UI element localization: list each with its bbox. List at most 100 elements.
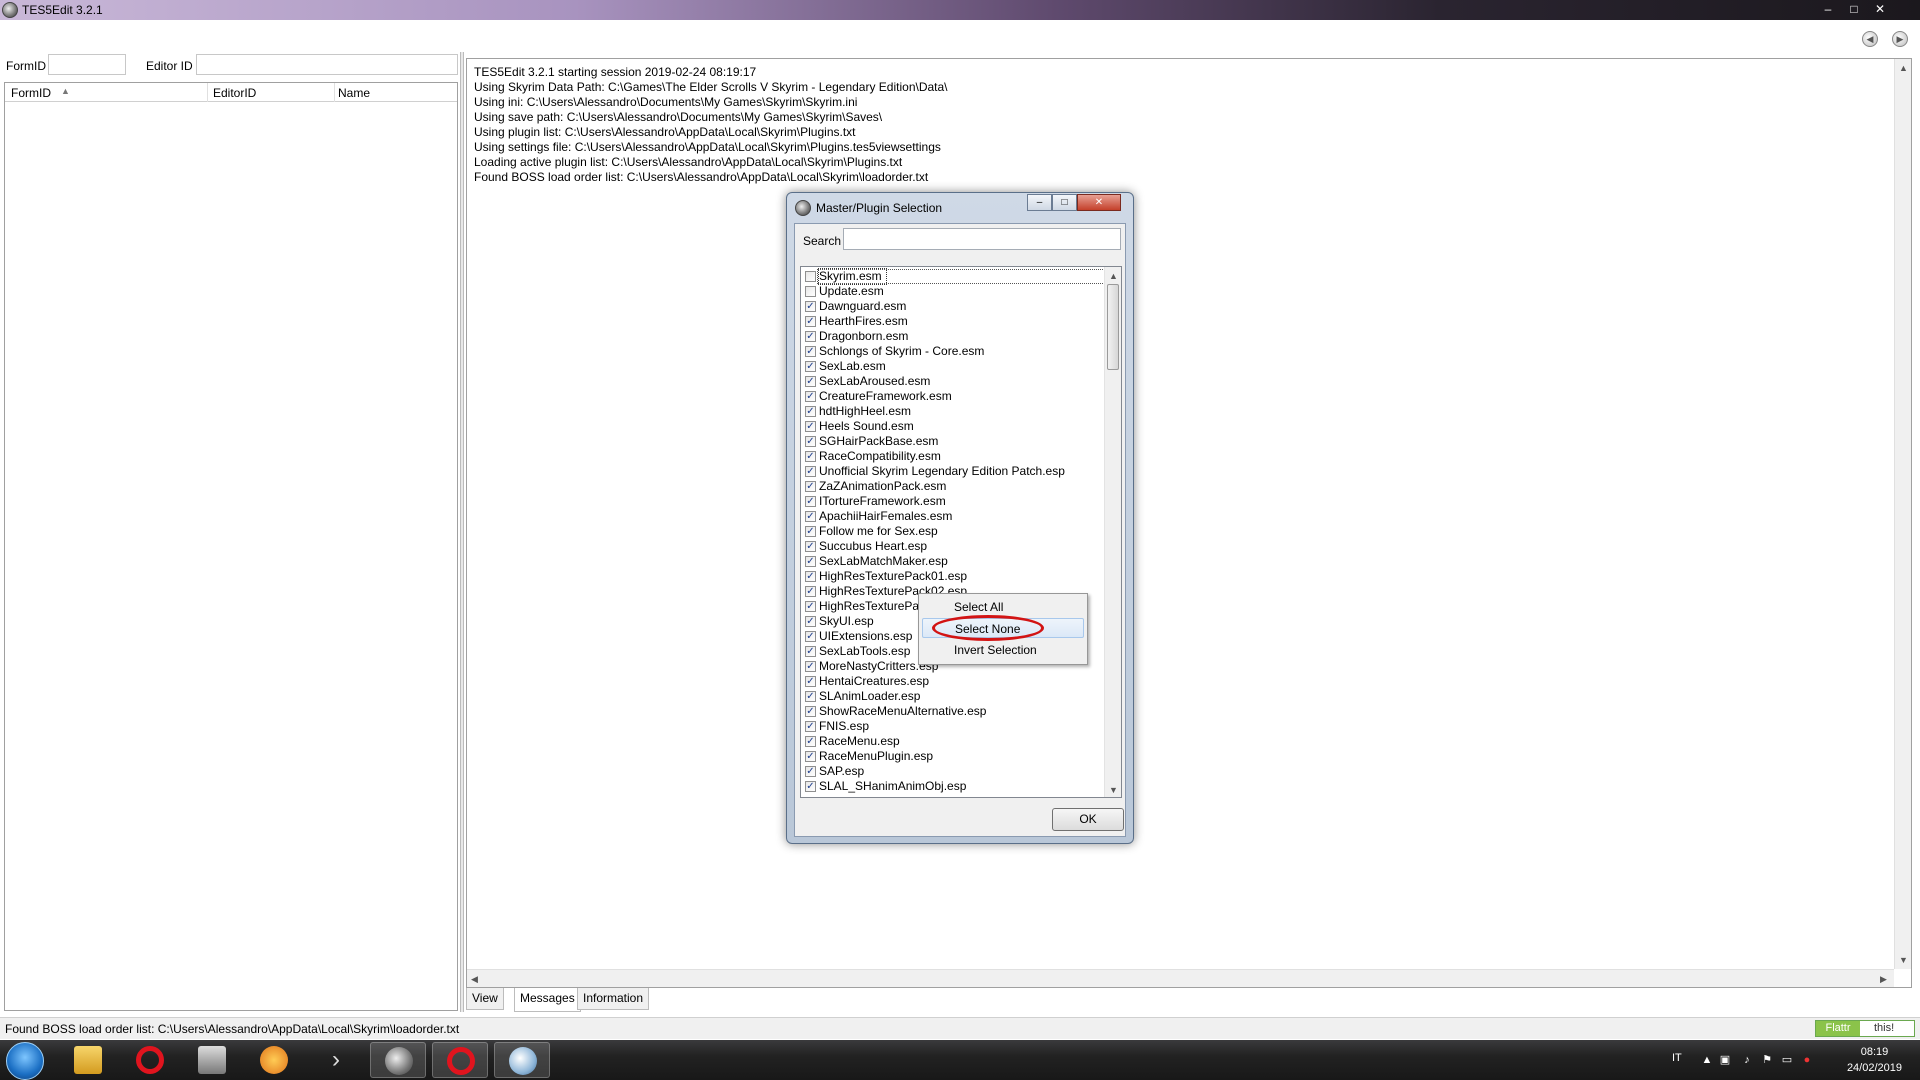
plugin-checkbox[interactable]: ✓ xyxy=(805,601,816,612)
ok-button[interactable]: OK xyxy=(1052,808,1124,831)
plugin-checkbox[interactable]: ✓ xyxy=(805,496,816,507)
plugin-checkbox[interactable]: ✓ xyxy=(805,481,816,492)
plugin-checkbox[interactable]: ✓ xyxy=(805,556,816,567)
menu-item-select-all[interactable]: Select All xyxy=(922,597,1084,617)
scroll-down-icon[interactable]: ▼ xyxy=(1109,785,1118,795)
column-editorid[interactable]: EditorID xyxy=(213,86,256,100)
messages-vertical-scrollbar[interactable]: ▲ ▼ xyxy=(1894,59,1911,969)
taskbar-app-5[interactable]: › xyxy=(308,1042,364,1078)
plugin-checkbox[interactable]: ✓ xyxy=(805,751,816,762)
plugin-checkbox[interactable]: ✓ xyxy=(805,361,816,372)
plugin-checkbox[interactable]: ✓ xyxy=(805,646,816,657)
plugin-checkbox[interactable]: ✓ xyxy=(805,376,816,387)
plugin-name: SAP.esp xyxy=(819,764,865,778)
messages-panel[interactable]: TES5Edit 3.2.1 starting session 2019-02-… xyxy=(466,58,1912,988)
taskbar-opera[interactable] xyxy=(122,1042,178,1078)
plugin-checkbox[interactable]: ✓ xyxy=(805,616,816,627)
taskbar-app-4[interactable] xyxy=(246,1042,302,1078)
dialog-minimize-button[interactable]: – xyxy=(1027,194,1052,211)
record-tree[interactable]: FormID ▲ EditorID Name xyxy=(4,82,458,1011)
menu-item-invert-selection[interactable]: Invert Selection xyxy=(922,640,1084,660)
editorid-input[interactable] xyxy=(196,54,458,75)
title-bar[interactable]: TES5Edit 3.2.1 – □ ✕ xyxy=(0,0,1920,20)
plugin-checkbox[interactable]: ✓ xyxy=(805,781,816,792)
plugin-name: Dragonborn.esm xyxy=(819,329,909,343)
scroll-left-icon[interactable]: ◀ xyxy=(471,974,478,984)
clock-date: 24/02/2019 xyxy=(1846,1062,1902,1074)
dialog-app-icon xyxy=(795,200,811,216)
antivirus-icon[interactable]: ● xyxy=(1800,1053,1814,1067)
plugin-checkbox[interactable]: ✓ xyxy=(805,526,816,537)
plugin-checkbox[interactable]: ✓ xyxy=(805,721,816,732)
tab-information[interactable]: Information xyxy=(577,988,650,1010)
back-icon[interactable]: ◀ xyxy=(1862,31,1878,47)
plugin-selection-dialog[interactable]: Master/Plugin Selection – □ ✕ Search Sky… xyxy=(786,192,1134,844)
plugin-checkbox[interactable]: ✓ xyxy=(805,391,816,402)
volume-icon[interactable]: ♪ xyxy=(1740,1053,1754,1067)
display-icon[interactable]: ▭ xyxy=(1780,1053,1794,1067)
scroll-thumb[interactable] xyxy=(1107,284,1119,370)
dialog-maximize-button[interactable]: □ xyxy=(1052,194,1077,211)
language-indicator[interactable]: IT xyxy=(1672,1052,1682,1064)
plugin-checkbox[interactable]: ✓ xyxy=(805,736,816,747)
message-line: Loading active plugin list: C:\Users\Ale… xyxy=(474,155,903,169)
plugin-checkbox[interactable]: ✓ xyxy=(805,541,816,552)
plugin-checkbox[interactable]: ✓ xyxy=(805,451,816,462)
show-hidden-icons-icon[interactable]: ▲ xyxy=(1700,1053,1714,1067)
messages-horizontal-scrollbar[interactable]: ◀ ▶ xyxy=(467,969,1894,987)
plugin-checkbox[interactable]: ✓ xyxy=(805,586,816,597)
plugin-checkbox[interactable]: ✓ xyxy=(805,331,816,342)
formid-input[interactable] xyxy=(48,54,126,75)
minimize-button[interactable]: – xyxy=(1818,2,1838,16)
plugin-name: FNIS.esp xyxy=(819,719,870,733)
menu-item-select-none[interactable]: Select None xyxy=(922,618,1084,638)
plugin-checkbox[interactable]: ✓ xyxy=(805,691,816,702)
flattr-button[interactable]: Flattr this! xyxy=(1815,1020,1915,1037)
arrow-app-icon: › xyxy=(332,1046,340,1073)
forward-icon[interactable]: ▶ xyxy=(1892,31,1908,47)
taskbar-opera-window[interactable] xyxy=(432,1042,488,1078)
plugin-name: Schlongs of Skyrim - Core.esm xyxy=(819,344,985,358)
taskbar-tes5edit[interactable] xyxy=(370,1042,426,1078)
plugin-checkbox[interactable]: ✓ xyxy=(805,571,816,582)
maximize-button[interactable]: □ xyxy=(1844,2,1864,16)
plugin-list[interactable]: Skyrim.esm Update.esm ✓ Dawnguard.esm ✓ Heart… xyxy=(800,266,1122,798)
tab-messages[interactable]: Messages xyxy=(514,988,581,1012)
plugin-checkbox[interactable]: ✓ xyxy=(805,661,816,672)
tab-view[interactable]: View xyxy=(466,988,504,1010)
network-icon[interactable]: ▣ xyxy=(1718,1053,1732,1067)
panel-splitter[interactable] xyxy=(460,52,464,1012)
plugin-checkbox[interactable] xyxy=(805,286,816,297)
plugin-name: Unofficial Skyrim Legendary Edition Patc… xyxy=(819,464,1065,478)
plugin-checkbox[interactable] xyxy=(805,271,816,282)
plugin-checkbox[interactable]: ✓ xyxy=(805,511,816,522)
plugin-checkbox[interactable]: ✓ xyxy=(805,406,816,417)
flag-icon[interactable]: ⚑ xyxy=(1760,1053,1774,1067)
plugin-checkbox[interactable]: ✓ xyxy=(805,421,816,432)
plugin-checkbox[interactable]: ✓ xyxy=(805,766,816,777)
scroll-right-icon[interactable]: ▶ xyxy=(1880,974,1887,984)
context-menu[interactable]: Select All Select None Invert Selection xyxy=(918,593,1088,665)
scroll-up-icon[interactable]: ▲ xyxy=(1899,63,1908,73)
plugin-search-input[interactable] xyxy=(843,228,1121,250)
taskbar-explorer[interactable] xyxy=(60,1042,116,1078)
scroll-down-icon[interactable]: ▼ xyxy=(1899,955,1908,965)
plugin-checkbox[interactable]: ✓ xyxy=(805,466,816,477)
start-button[interactable] xyxy=(6,1042,44,1080)
plugin-checkbox[interactable]: ✓ xyxy=(805,631,816,642)
close-button[interactable]: ✕ xyxy=(1870,2,1890,16)
plugin-checkbox[interactable]: ✓ xyxy=(805,676,816,687)
plugin-checkbox[interactable]: ✓ xyxy=(805,706,816,717)
taskbar-app-3[interactable] xyxy=(184,1042,240,1078)
column-name[interactable]: Name xyxy=(338,86,370,100)
plugin-list-scrollbar[interactable]: ▲ ▼ xyxy=(1104,267,1121,797)
column-formid[interactable]: FormID xyxy=(11,86,51,100)
plugin-checkbox[interactable]: ✓ xyxy=(805,301,816,312)
plugin-checkbox[interactable]: ✓ xyxy=(805,316,816,327)
taskbar-paint[interactable] xyxy=(494,1042,550,1078)
plugin-checkbox[interactable]: ✓ xyxy=(805,346,816,357)
scroll-up-icon[interactable]: ▲ xyxy=(1109,271,1118,281)
dialog-close-button[interactable]: ✕ xyxy=(1077,194,1121,211)
clock[interactable]: 08:19 24/02/2019 xyxy=(1847,1044,1902,1076)
plugin-checkbox[interactable]: ✓ xyxy=(805,436,816,447)
